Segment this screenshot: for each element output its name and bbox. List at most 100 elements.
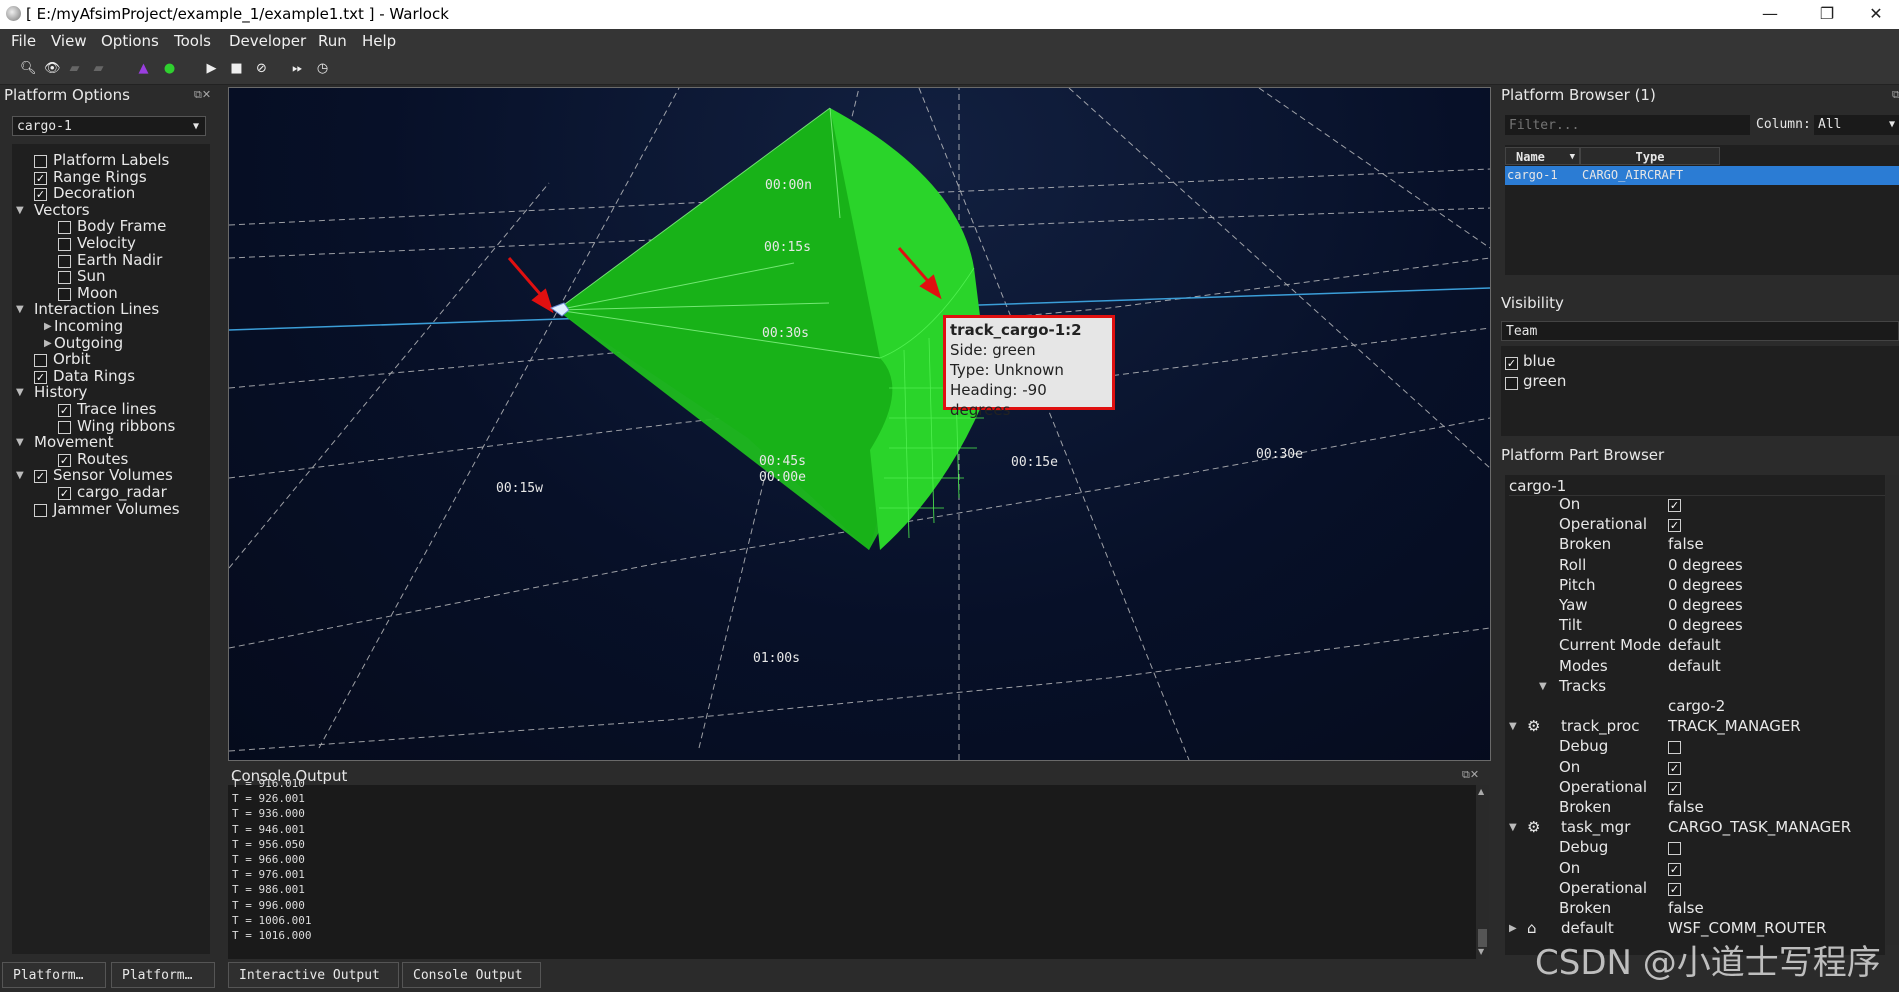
part-key[interactable]: On [1559, 859, 1580, 877]
option-label[interactable]: Wing ribbons [77, 417, 175, 435]
option-checkbox[interactable] [34, 155, 47, 168]
chevron-right-icon[interactable]: ▶ [1509, 923, 1517, 934]
option-checkbox[interactable] [58, 420, 71, 434]
part-checkbox[interactable] [1668, 741, 1681, 755]
option-checkbox[interactable]: ✓ [34, 470, 47, 484]
part-checkbox[interactable]: ✓ [1668, 882, 1681, 896]
chevron-down-icon[interactable]: ▼ [16, 437, 24, 448]
part-checkbox[interactable]: ✓ [1668, 499, 1681, 512]
option-label[interactable]: Moon [77, 284, 118, 302]
option-label[interactable]: Vectors [34, 201, 90, 219]
chevron-down-icon[interactable]: ▼ [16, 304, 24, 315]
search-icon[interactable]: 🔍︎ [20, 61, 37, 76]
tab-console-output[interactable]: Console Output [402, 962, 541, 988]
part-key[interactable]: Debug [1559, 838, 1608, 856]
option-checkbox[interactable]: ✓ [34, 171, 47, 185]
option-checkbox[interactable] [34, 354, 47, 368]
part-checkbox[interactable]: ✓ [1668, 519, 1681, 533]
chevron-right-icon[interactable]: ▶ [44, 321, 52, 332]
column-header-name[interactable]: Name ▼ [1505, 147, 1580, 165]
option-checkbox[interactable] [58, 238, 71, 251]
fast-forward-icon[interactable]: ⏩︎ [290, 61, 305, 76]
option-label[interactable]: Sun [77, 267, 106, 285]
option-label[interactable]: Velocity [77, 234, 136, 252]
layer-alt-icon[interactable]: ▰ [91, 61, 106, 76]
menu-help[interactable]: Help [362, 32, 396, 50]
play-icon[interactable]: ▶ [204, 61, 219, 76]
option-label[interactable]: Routes [77, 450, 128, 468]
part-key[interactable]: Operational [1559, 515, 1647, 533]
panel-float-icon[interactable]: ⧉✕ [1462, 768, 1479, 782]
filter-input[interactable] [1505, 115, 1750, 135]
part-key[interactable]: Pitch [1559, 576, 1596, 594]
option-label[interactable]: Orbit [53, 350, 91, 368]
part-key[interactable]: Tilt [1559, 616, 1582, 634]
option-label[interactable]: Platform Labels [53, 151, 169, 169]
part-key[interactable]: task_mgr [1561, 818, 1630, 836]
status-green-icon[interactable]: ● [162, 61, 177, 76]
part-checkbox[interactable]: ✓ [1668, 761, 1681, 775]
option-checkbox[interactable] [58, 221, 71, 235]
chevron-right-icon[interactable]: ▶ [44, 338, 52, 349]
map-viewport[interactable]: 00:00n 00:15s 00:30s 00:45s 00:00e 00:15… [228, 87, 1491, 761]
restore-button[interactable]: ❐ [1805, 2, 1849, 26]
part-key[interactable]: Operational [1559, 879, 1647, 897]
option-label[interactable]: Movement [34, 433, 113, 451]
stop-icon[interactable]: ■ [229, 61, 244, 76]
reset-icon[interactable]: ⊘ [254, 61, 269, 76]
chevron-down-icon[interactable]: ▼ [1509, 721, 1517, 732]
close-button[interactable]: ✕ [1854, 2, 1898, 26]
option-label[interactable]: Incoming [54, 317, 123, 335]
part-checkbox[interactable]: ✓ [1668, 781, 1681, 795]
option-label[interactable]: Interaction Lines [34, 300, 159, 318]
option-checkbox[interactable] [58, 287, 71, 301]
menu-options[interactable]: Options [101, 32, 159, 50]
part-key[interactable]: Roll [1559, 556, 1586, 574]
minimize-button[interactable]: — [1748, 2, 1792, 26]
menu-file[interactable]: File [11, 32, 36, 50]
part-scrollbar[interactable] [1886, 475, 1899, 945]
option-label[interactable]: cargo_radar [77, 483, 167, 501]
option-checkbox[interactable]: ✓ [34, 370, 47, 384]
tab-platform-options[interactable]: Platform… [2, 962, 106, 988]
layer-icon[interactable]: ▰ [67, 61, 82, 76]
chevron-down-icon[interactable]: ▼ [16, 387, 24, 398]
part-checkbox[interactable] [1668, 842, 1681, 856]
option-label[interactable]: Trace lines [77, 400, 156, 418]
option-label[interactable]: Jammer Volumes [53, 500, 180, 518]
tab-interactive-output[interactable]: Interactive Output [228, 962, 399, 988]
part-key[interactable]: Yaw [1559, 596, 1588, 614]
option-label[interactable]: Earth Nadir [77, 251, 162, 269]
part-key[interactable]: Current Mode [1559, 636, 1661, 654]
menu-view[interactable]: View [51, 32, 87, 50]
part-key[interactable]: Operational [1559, 778, 1647, 796]
column-select[interactable]: All ▼ [1814, 115, 1899, 135]
chevron-down-icon[interactable]: ▼ [16, 470, 24, 481]
team-checkbox-blue[interactable]: ✓ [1505, 357, 1518, 370]
panel-float-icon[interactable]: ⧉✕ [194, 88, 211, 102]
visibility-mode-select[interactable]: Team [1501, 321, 1899, 341]
option-label[interactable]: Sensor Volumes [53, 466, 173, 484]
team-checkbox-green[interactable] [1505, 377, 1518, 390]
option-checkbox[interactable]: ✓ [34, 188, 47, 202]
option-checkbox[interactable] [34, 503, 47, 517]
part-key[interactable]: track_proc [1561, 717, 1639, 735]
option-checkbox[interactable]: ✓ [58, 453, 71, 467]
part-key[interactable]: On [1559, 758, 1580, 776]
part-key[interactable]: Debug [1559, 737, 1608, 755]
option-label[interactable]: Outgoing [54, 334, 123, 352]
part-key[interactable]: Tracks [1559, 677, 1606, 695]
console-scrollbar[interactable]: ▲ ▼ [1476, 785, 1489, 959]
option-checkbox[interactable] [58, 254, 71, 268]
menu-tools[interactable]: Tools [174, 32, 211, 50]
part-key[interactable]: Broken [1559, 798, 1611, 816]
chevron-down-icon[interactable]: ▼ [16, 205, 24, 216]
clock-icon[interactable]: ◷ [315, 61, 330, 76]
part-key[interactable]: Broken [1559, 899, 1611, 917]
wizard-icon[interactable]: ▲ [136, 61, 151, 76]
option-label[interactable]: Range Rings [53, 168, 147, 186]
option-label[interactable]: Decoration [53, 184, 135, 202]
option-label[interactable]: Data Rings [53, 367, 135, 385]
option-checkbox[interactable] [58, 271, 71, 285]
panel-float-icon[interactable]: ⧉ [1892, 88, 1899, 102]
